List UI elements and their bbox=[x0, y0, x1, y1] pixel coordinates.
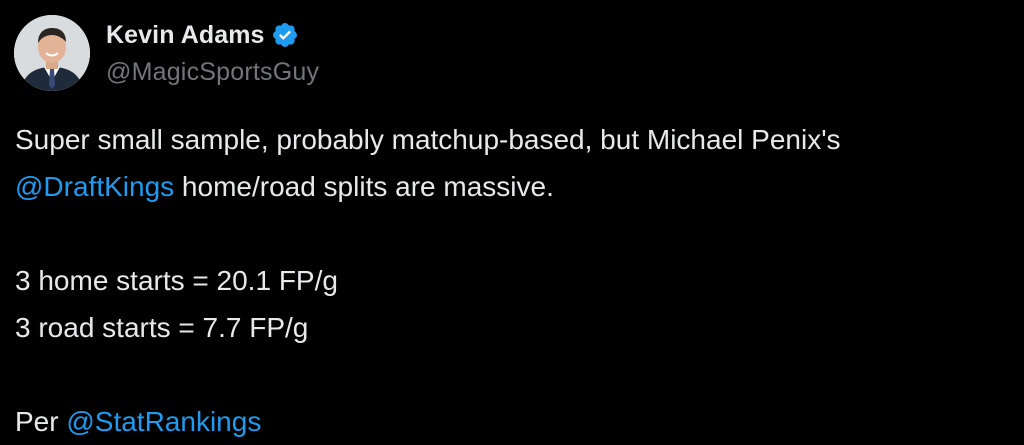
source-line: Per @StatRankings bbox=[15, 398, 1010, 445]
source-prefix: Per bbox=[15, 406, 67, 437]
name-row: Kevin Adams bbox=[106, 18, 319, 52]
mention-draftkings-link[interactable]: @DraftKings bbox=[15, 171, 174, 202]
tweet-line-1: Super small sample, probably matchup-bas… bbox=[15, 124, 841, 155]
tweet-card: Kevin Adams @MagicSportsGuy Super small … bbox=[0, 0, 1024, 442]
tweet-line-2: @DraftKings home/road splits are massive… bbox=[15, 163, 1010, 210]
author-display-name[interactable]: Kevin Adams bbox=[106, 21, 265, 50]
author-info: Kevin Adams @MagicSportsGuy bbox=[106, 18, 319, 87]
verified-badge-icon bbox=[271, 21, 299, 49]
stat-road-line: 3 road starts = 7.7 FP/g bbox=[15, 312, 309, 343]
author-handle[interactable]: @MagicSportsGuy bbox=[106, 58, 319, 87]
stat-home-line: 3 home starts = 20.1 FP/g bbox=[15, 265, 338, 296]
profile-avatar[interactable] bbox=[14, 15, 90, 91]
tweet-line-2-text: home/road splits are massive. bbox=[174, 171, 554, 202]
avatar-image bbox=[14, 15, 90, 91]
mention-statrankings-link[interactable]: @StatRankings bbox=[66, 406, 261, 437]
tweet-text: Super small sample, probably matchup-bas… bbox=[15, 116, 1010, 445]
